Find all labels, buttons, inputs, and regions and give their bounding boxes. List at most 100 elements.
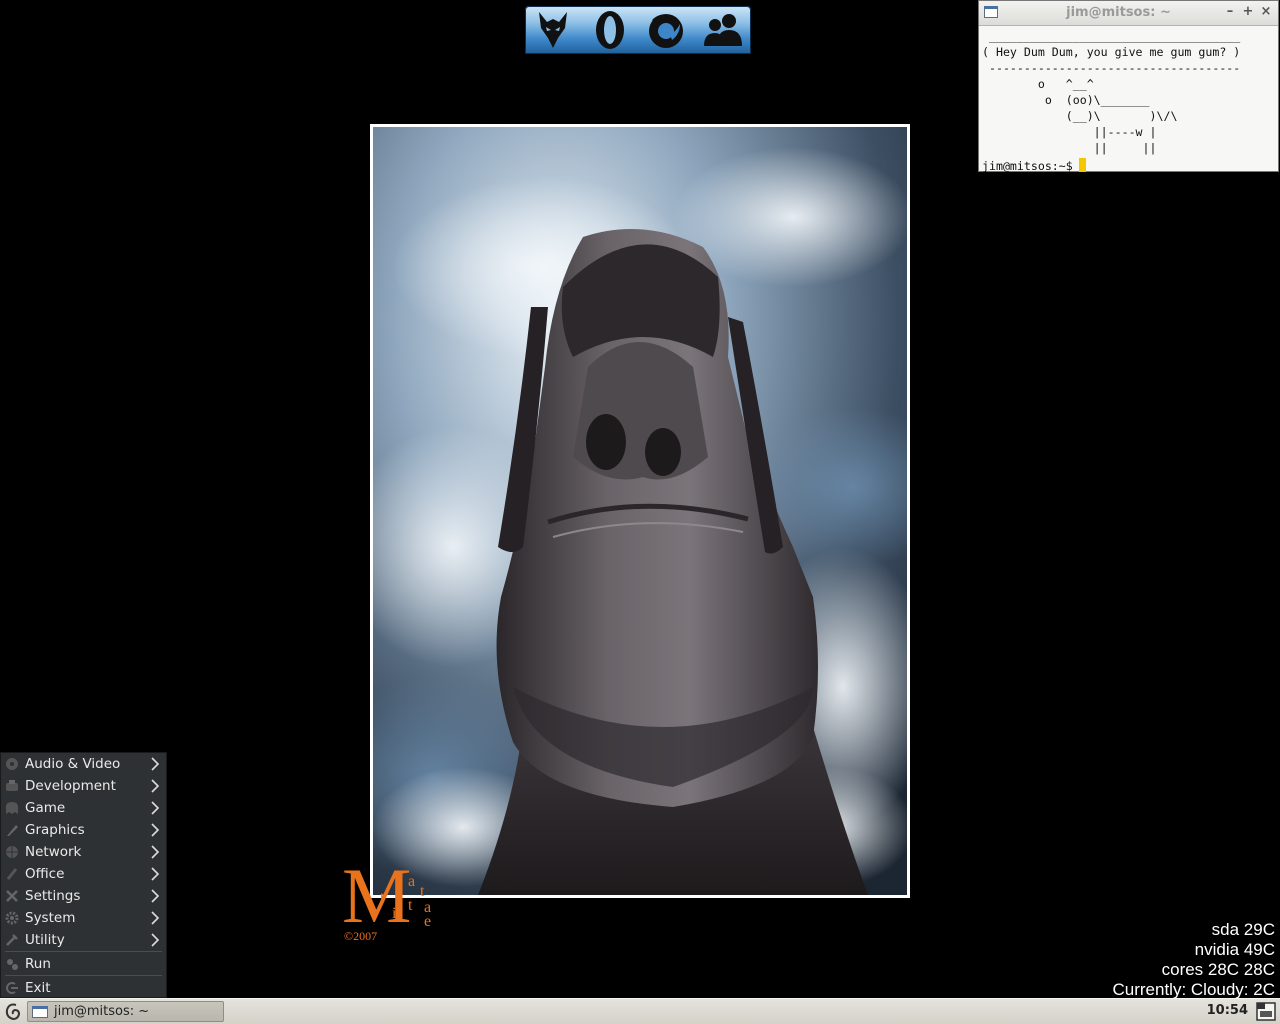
development-icon	[5, 779, 19, 793]
maximize-button[interactable]: +	[1240, 4, 1256, 20]
chevron-right-icon	[151, 801, 160, 815]
chevron-right-icon	[151, 845, 160, 859]
signature-letter: t	[420, 883, 425, 900]
chevron-right-icon	[151, 867, 160, 881]
menu-item-label: System	[25, 910, 76, 926]
terminal-window[interactable]: jim@mitsos: ~ – + × ____________________…	[978, 0, 1279, 173]
menu-item-label: Utility	[25, 932, 65, 948]
taskbar-item-terminal[interactable]: jim@mitsos: ~	[27, 1001, 224, 1022]
menu-item-development[interactable]: Development	[1, 775, 166, 797]
terminal-line: ------------------------------------	[982, 61, 1241, 75]
menu-item-label: Graphics	[25, 822, 85, 838]
menu-item-label: Exit	[25, 980, 51, 996]
menu-item-settings[interactable]: Settings	[1, 885, 166, 907]
clock[interactable]: 10:54	[1207, 1003, 1248, 1018]
chevron-right-icon	[151, 933, 160, 947]
nvidia-temperature: nvidia 49C	[1194, 940, 1275, 959]
taskbar: jim@mitsos: ~ 10:54	[0, 998, 1280, 1024]
chevron-right-icon	[151, 823, 160, 837]
terminal-title: jim@mitsos: ~	[1066, 5, 1171, 20]
menu-item-label: Run	[25, 956, 51, 972]
weather-readout: Currently: Cloudy: 2C	[1112, 980, 1275, 999]
debian-swirl-icon	[5, 1003, 21, 1021]
wallpaper-photo-frame	[370, 124, 910, 898]
utility-icon	[5, 933, 19, 947]
signature-copyright: ©2007	[344, 929, 377, 943]
users-icon	[703, 14, 742, 46]
menu-item-label: Network	[25, 844, 82, 860]
terminal-line: (__)\ )\/\	[982, 109, 1178, 123]
terminal-prompt: jim@mitsos:~$	[982, 159, 1073, 173]
show-desktop-button[interactable]	[1256, 1002, 1276, 1021]
terminal-app-icon[interactable]	[984, 6, 998, 18]
chevron-right-icon	[151, 889, 160, 903]
settings-icon	[5, 889, 19, 903]
opera-o-icon	[595, 11, 624, 49]
menu-item-label: Development	[25, 778, 116, 794]
terminal-line: ( Hey Dum Dum, you give me gum gum? )	[982, 45, 1241, 59]
close-button[interactable]: ×	[1258, 4, 1274, 20]
terminal-cowsay-output: ____________________________________ ( H…	[982, 28, 1276, 156]
exit-icon	[5, 981, 19, 995]
launcher-wolf-button[interactable]	[530, 7, 576, 53]
game-icon	[5, 801, 19, 815]
chevron-right-icon	[151, 779, 160, 793]
menu-separator	[5, 975, 162, 976]
menu-item-run[interactable]: Run	[1, 953, 166, 975]
audio-video-icon	[5, 757, 19, 771]
taskbar-item-label: jim@mitsos: ~	[54, 1004, 150, 1019]
menu-item-graphics[interactable]: Graphics	[1, 819, 166, 841]
terminal-line: || ||	[982, 141, 1157, 155]
launcher-messenger-button[interactable]	[700, 7, 746, 53]
menu-item-label: Settings	[25, 888, 81, 904]
network-icon	[5, 845, 19, 859]
moai-statue-image	[373, 127, 907, 895]
menu-item-system[interactable]: System	[1, 907, 166, 929]
menu-separator	[5, 951, 162, 952]
start-menu-button[interactable]	[3, 1001, 23, 1023]
menu-item-label: Game	[25, 800, 66, 816]
signature-letter: i	[392, 905, 397, 922]
system-monitor: sda 29C nvidia 49C cores 28C 28C Current…	[1112, 920, 1275, 1000]
menu-item-audio-video[interactable]: Audio & Video	[1, 753, 166, 775]
cores-temperature: cores 28C 28C	[1161, 960, 1275, 979]
menu-item-office[interactable]: Office	[1, 863, 166, 885]
show-desktop-icon	[1256, 1002, 1276, 1021]
artist-signature: M a t t i t a e ©2007	[338, 840, 448, 946]
graphics-icon	[5, 823, 19, 837]
terminal-line: o ^__^	[982, 77, 1094, 91]
launcher-opera-button[interactable]	[587, 7, 633, 53]
minimize-button[interactable]: –	[1222, 4, 1238, 20]
wallpaper-photo	[373, 127, 907, 895]
signature-letter: a	[408, 873, 415, 890]
desktop: jim@mitsos: ~ – + × ____________________…	[0, 0, 1280, 1024]
terminal-titlebar[interactable]: jim@mitsos: ~ – + ×	[979, 1, 1278, 26]
wolf-head-icon	[539, 12, 568, 48]
signature-letter: t	[380, 889, 385, 906]
run-icon	[5, 957, 19, 971]
signature-letter: t	[408, 897, 413, 914]
terminal-line: ____________________________________	[982, 29, 1241, 43]
system-icon	[5, 911, 19, 925]
text-cursor	[1078, 158, 1086, 172]
menu-item-label: Office	[25, 866, 65, 882]
signature-letter: e	[424, 913, 431, 930]
start-menu: Audio & Video Development Game Graphics …	[0, 752, 167, 998]
menu-item-utility[interactable]: Utility	[1, 929, 166, 951]
terminal-line: ||----w |	[982, 125, 1157, 139]
sda-temperature: sda 29C	[1211, 920, 1275, 939]
signature-letter-m: M	[342, 852, 411, 939]
terminal-output[interactable]: ____________________________________ ( H…	[982, 28, 1276, 173]
chevron-right-icon	[151, 911, 160, 925]
terminal-line: o (oo)\_______	[982, 93, 1150, 107]
menu-item-network[interactable]: Network	[1, 841, 166, 863]
firefox-icon	[649, 14, 684, 48]
launcher-dock	[525, 6, 751, 54]
chevron-right-icon	[151, 757, 160, 771]
office-icon	[5, 867, 19, 881]
menu-item-exit[interactable]: Exit	[1, 977, 166, 999]
menu-item-game[interactable]: Game	[1, 797, 166, 819]
menu-item-label: Audio & Video	[25, 756, 121, 772]
launcher-firefox-button[interactable]	[643, 7, 689, 53]
terminal-prompt-line[interactable]: jim@mitsos:~$	[982, 158, 1276, 174]
